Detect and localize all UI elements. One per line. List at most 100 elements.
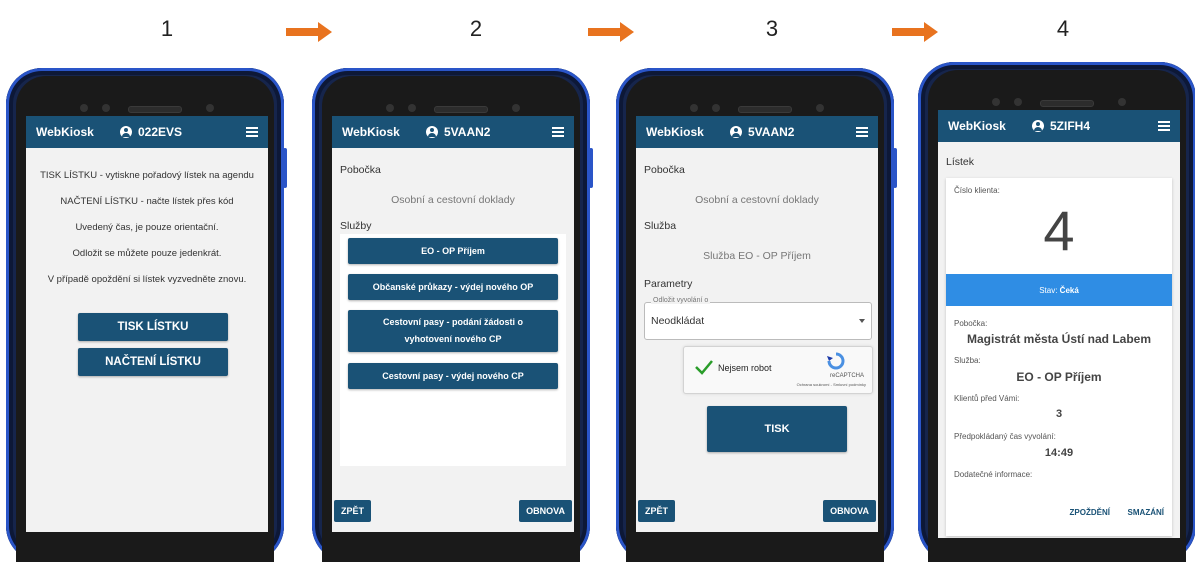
ticket-title: Lístek <box>946 156 975 168</box>
app-brand: WebKiosk <box>36 125 94 139</box>
screen-1: WebKiosk 022EVS TISK LÍSTKU - vytiskne p… <box>26 116 268 532</box>
user-icon <box>426 126 438 138</box>
camera-icon <box>690 104 698 112</box>
sensor-icon <box>712 104 720 112</box>
user-code: 5ZIFH4 <box>1050 119 1091 133</box>
service-label: Služba <box>644 220 677 232</box>
user-info: 5VAAN2 <box>426 125 552 139</box>
instruction-line: Uvedený čas, je pouze orientační. <box>75 222 219 233</box>
delay-button[interactable]: ZPOŽDĚNÍ <box>1070 508 1110 517</box>
checkmark-icon <box>695 360 713 375</box>
service-button[interactable]: Občanské průkazy - výdej nového OP <box>348 274 558 300</box>
sensor-icon <box>1014 98 1022 106</box>
instruction-line: V případě opoždění si lístek vyzvedněte … <box>47 274 247 285</box>
arrow-right-icon <box>892 22 938 42</box>
screen-3: WebKiosk 5VAAN2 Pobočka Osobní a cestovn… <box>636 116 878 532</box>
instruction-line: Odložit se můžete pouze jedenkrát. <box>72 248 222 259</box>
side-button <box>283 148 287 188</box>
user-info: 022EVS <box>120 125 246 139</box>
user-code: 5VAAN2 <box>444 125 491 139</box>
menu-icon[interactable] <box>246 127 258 137</box>
service-value: Služba EO - OP Příjem <box>703 250 811 262</box>
print-ticket-button[interactable]: TISK LÍSTKU <box>78 313 228 341</box>
recaptcha-logo-icon <box>827 352 845 370</box>
branch-label: Pobočka <box>340 164 381 176</box>
phone-1: WebKiosk 022EVS TISK LÍSTKU - vytiskne p… <box>6 68 287 562</box>
app-bar: WebKiosk 5VAAN2 <box>332 116 574 148</box>
camera-icon <box>80 104 88 112</box>
side-button <box>589 148 593 188</box>
status-label: Stav: <box>1039 285 1058 295</box>
user-icon <box>1032 120 1044 132</box>
screen-2: WebKiosk 5VAAN2 Pobočka Osobní a cestovn… <box>332 116 574 532</box>
speaker <box>1040 100 1094 107</box>
chevron-down-icon <box>859 319 865 323</box>
instructions: TISK LÍSTKU - vytiskne pořadový lístek n… <box>26 148 268 285</box>
extra-info-label: Dodatečné informace: <box>954 470 1033 479</box>
recaptcha-widget[interactable]: Nejsem robot reCAPTCHA Ochrana soukromí … <box>683 346 873 394</box>
instruction-line: NAČTENÍ LÍSTKU - načte lístek přes kód <box>60 196 234 207</box>
user-code: 5VAAN2 <box>748 125 795 139</box>
app-brand: WebKiosk <box>342 125 400 139</box>
camera-icon <box>992 98 1000 106</box>
arrow-right-icon <box>588 22 634 42</box>
branch-label: Pobočka: <box>954 319 988 328</box>
service-button[interactable]: Cestovní pasy - výdej nového CP <box>348 363 558 389</box>
client-number-label: Číslo klienta: <box>954 186 1000 195</box>
menu-icon[interactable] <box>1158 121 1170 131</box>
phone-3: WebKiosk 5VAAN2 Pobočka Osobní a cestovn… <box>616 68 897 562</box>
service-button[interactable]: EO - OP Příjem <box>348 238 558 264</box>
clients-before-value: 3 <box>1055 408 1063 420</box>
sensor-icon <box>408 104 416 112</box>
arrow-right-icon <box>286 22 332 42</box>
front-camera-icon <box>1118 98 1126 106</box>
app-brand: WebKiosk <box>948 119 1006 133</box>
step-number-4: 4 <box>1056 16 1070 41</box>
front-camera-icon <box>512 104 520 112</box>
status-value: Čeká <box>1059 285 1079 295</box>
app-bar: WebKiosk 5ZIFH4 <box>938 110 1180 142</box>
service-button[interactable]: Cestovní pasy - podání žádosti o vyhotov… <box>348 310 558 352</box>
menu-icon[interactable] <box>552 127 564 137</box>
refresh-button[interactable]: OBNOVA <box>519 500 572 522</box>
back-button[interactable]: ZPĚT <box>638 500 676 522</box>
screen-4: WebKiosk 5ZIFH4 Lístek Číslo klienta: 4 … <box>938 110 1180 538</box>
service-label: Služba: <box>954 356 981 365</box>
step-number-1: 1 <box>160 16 174 41</box>
phone-2: WebKiosk 5VAAN2 Pobočka Osobní a cestovn… <box>312 68 593 562</box>
user-code: 022EVS <box>138 125 183 139</box>
back-button[interactable]: ZPĚT <box>334 500 372 522</box>
app-bar: WebKiosk 5VAAN2 <box>636 116 878 148</box>
phone-4: WebKiosk 5ZIFH4 Lístek Číslo klienta: 4 … <box>918 62 1195 562</box>
load-ticket-button[interactable]: NAČTENÍ LÍSTKU <box>78 348 228 376</box>
service-value: EO - OP Příjem <box>1016 370 1102 384</box>
postpone-select[interactable]: Odložit vyvolání o Neodkládat <box>644 297 872 340</box>
menu-icon[interactable] <box>856 127 868 137</box>
ticket-card: Číslo klienta: 4 Stav: Čeká Pobočka: Mag… <box>946 178 1172 536</box>
client-number: 4 <box>1043 199 1075 262</box>
speaker <box>128 106 182 113</box>
camera-icon <box>386 104 394 112</box>
branch-value: Osobní a cestovní doklady <box>391 194 515 206</box>
sensor-icon <box>102 104 110 112</box>
user-icon <box>730 126 742 138</box>
branch-value: Osobní a cestovní doklady <box>695 194 819 206</box>
speaker <box>738 106 792 113</box>
user-info: 5VAAN2 <box>730 125 856 139</box>
services-panel: EO - OP Příjem Občanské průkazy - výdej … <box>340 234 566 466</box>
refresh-button[interactable]: OBNOVA <box>823 500 876 522</box>
params-label: Parametry <box>644 278 693 290</box>
services-label: Služby <box>340 220 372 232</box>
clients-before-label: Klientů před Vámi: <box>954 394 1020 403</box>
app-brand: WebKiosk <box>646 125 704 139</box>
instruction-line: TISK LÍSTKU - vytiskne pořadový lístek n… <box>40 170 254 181</box>
status-bar: Stav: Čeká <box>946 274 1172 306</box>
step-number-3: 3 <box>765 16 779 41</box>
print-button[interactable]: TISK <box>707 406 847 452</box>
branch-label: Pobočka <box>644 164 685 176</box>
recaptcha-brand: reCAPTCHA <box>829 373 864 379</box>
app-bar: WebKiosk 022EVS <box>26 116 268 148</box>
step-number-2: 2 <box>469 16 483 41</box>
branch-value: Magistrát města Ústí nad Labem <box>966 332 1152 346</box>
delete-button[interactable]: SMAZÁNÍ <box>1128 508 1164 517</box>
